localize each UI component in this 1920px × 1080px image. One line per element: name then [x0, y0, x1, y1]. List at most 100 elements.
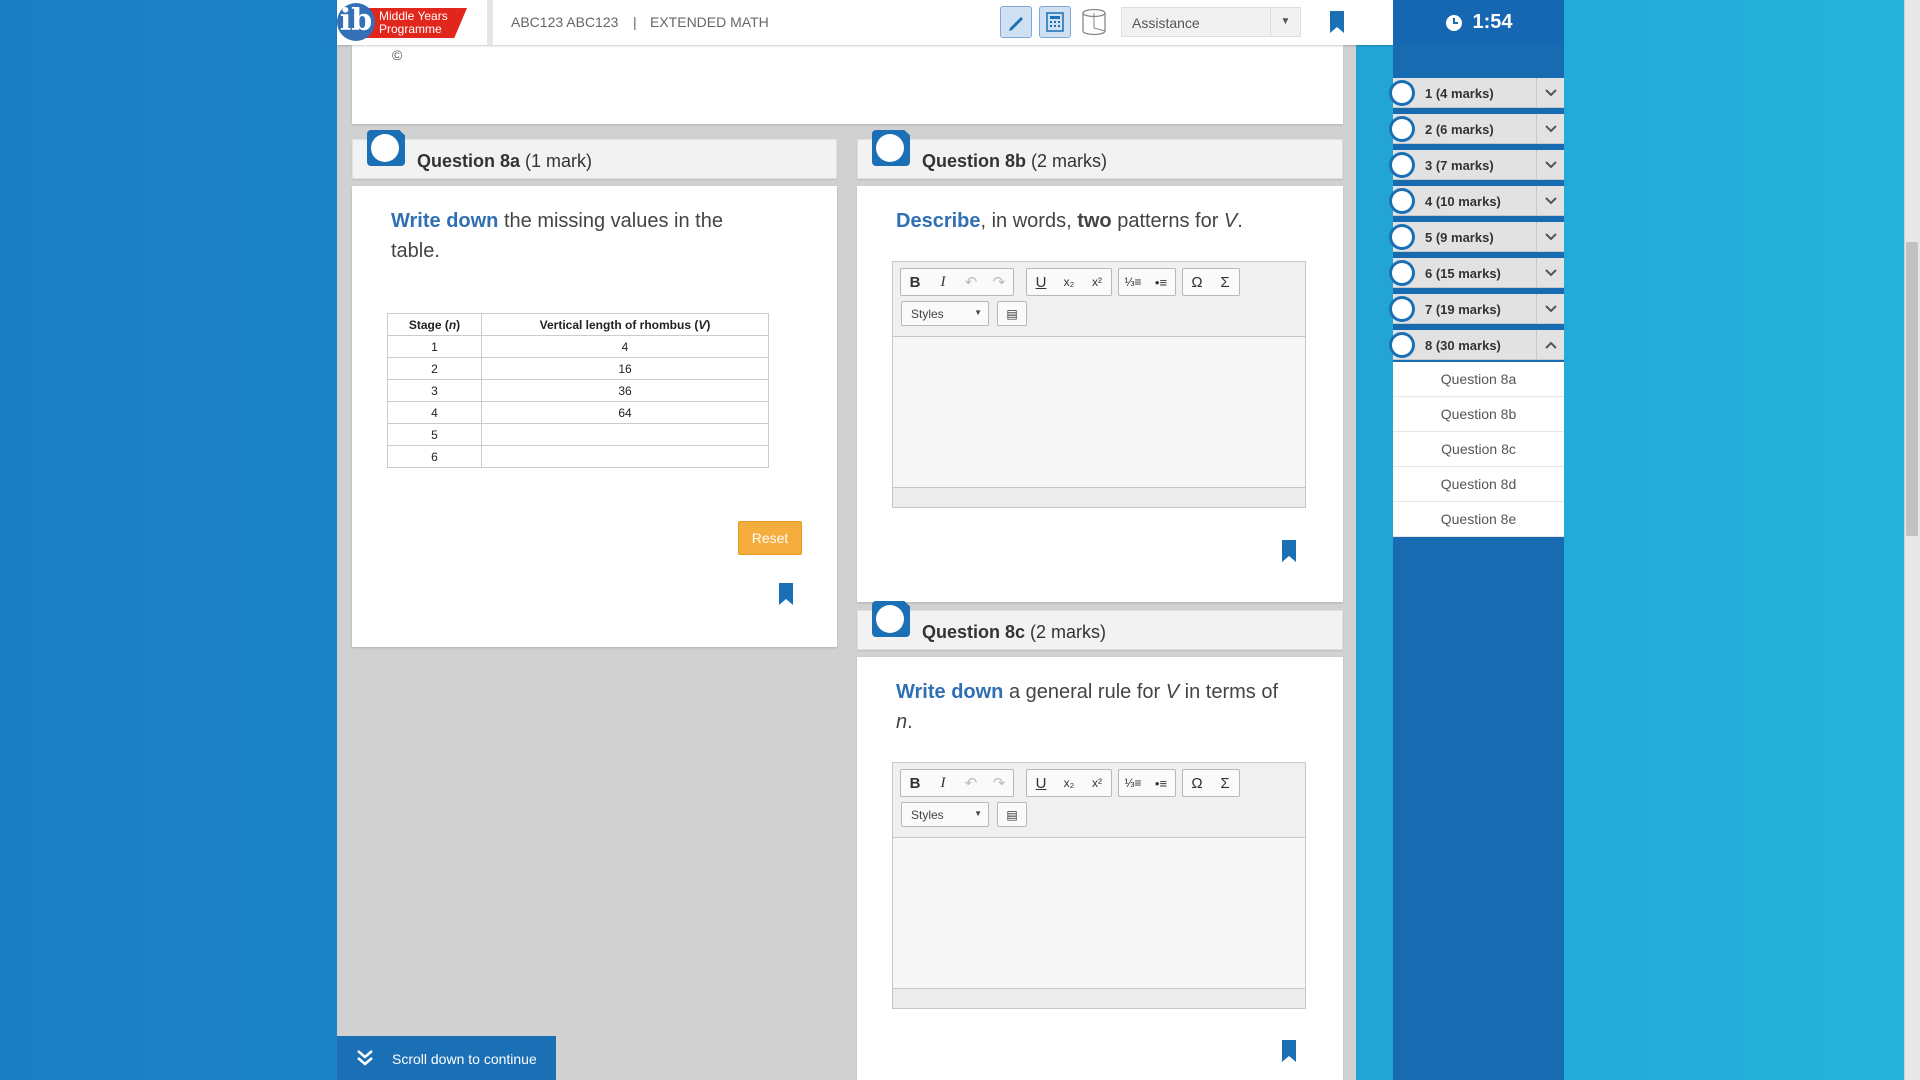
chevron-down-icon[interactable]: [1536, 294, 1564, 324]
question-marks: (2 marks): [1031, 151, 1108, 171]
ib-logo-icon: ib: [337, 3, 375, 41]
bulleted-list-icon[interactable]: •≡: [1147, 770, 1175, 796]
nav-question-4[interactable]: 4 (10 marks): [1389, 186, 1564, 216]
nav-question-6[interactable]: 6 (15 marks): [1389, 258, 1564, 288]
programme-name: Middle Years Programme: [361, 8, 467, 38]
question-8b-prompt: Describe, in words, two patterns for V.: [896, 210, 1243, 232]
subscript-button[interactable]: x₂: [1055, 770, 1083, 796]
question-title: Question 8c: [922, 622, 1026, 642]
question-status-icon[interactable]: [367, 130, 405, 166]
chevron-down-icon[interactable]: [1536, 186, 1564, 216]
italic-button[interactable]: I: [929, 770, 957, 796]
highlighter-tool-button[interactable]: [1000, 6, 1032, 38]
question-status-icon[interactable]: [872, 130, 910, 166]
question-8c-header[interactable]: Question 8c (2 marks): [857, 601, 1343, 650]
question-marks: (2 marks): [1030, 622, 1107, 642]
answer-cell-stage-5[interactable]: [481, 423, 769, 446]
chevron-down-icon[interactable]: [1536, 258, 1564, 288]
nav-question-label: 1 (4 marks): [1425, 86, 1494, 101]
underline-button[interactable]: U: [1027, 770, 1055, 796]
bookmark-icon[interactable]: [1330, 11, 1344, 33]
numbered-list-icon[interactable]: ⅓≡: [1119, 770, 1147, 796]
chevron-up-icon[interactable]: [1536, 330, 1564, 360]
undo-icon[interactable]: ↶: [957, 269, 985, 295]
chevron-down-icon[interactable]: [1536, 114, 1564, 144]
question-title: Question 8b: [922, 151, 1027, 171]
page-scrollbar[interactable]: [1904, 0, 1920, 1080]
nav-subitem-question-8a[interactable]: Question 8a: [1393, 362, 1564, 397]
cylinder-icon: [1082, 8, 1106, 36]
subscript-button[interactable]: x₂: [1055, 269, 1083, 295]
nav-question-5[interactable]: 5 (9 marks): [1389, 222, 1564, 252]
paste-icon[interactable]: ▤: [997, 802, 1027, 827]
nav-subitem-question-8c[interactable]: Question 8c: [1393, 432, 1564, 467]
numbered-list-icon[interactable]: ⅓≡: [1119, 269, 1147, 295]
question-status-icon[interactable]: [872, 601, 910, 637]
ib-logo: Middle Years Programme ib: [337, 0, 493, 45]
scrollbar-thumb[interactable]: [1906, 242, 1918, 536]
bookmark-icon[interactable]: [779, 583, 793, 605]
redo-icon[interactable]: ↷: [985, 770, 1013, 796]
styles-dropdown[interactable]: Styles ▼: [901, 802, 989, 827]
styles-dropdown[interactable]: Styles ▼: [901, 301, 989, 326]
assistance-dropdown[interactable]: Assistance ▼: [1121, 7, 1301, 37]
bold-button[interactable]: B: [901, 770, 929, 796]
nav-subitem-question-8d[interactable]: Question 8d: [1393, 467, 1564, 502]
redo-icon[interactable]: ↷: [985, 269, 1013, 295]
question-status-icon: [1389, 152, 1415, 178]
bookmark-icon[interactable]: [1282, 540, 1296, 562]
editor-text-area[interactable]: [893, 838, 1305, 988]
scroll-down-label: Scroll down to continue: [392, 1051, 537, 1067]
question-8b-header[interactable]: Question 8b (2 marks): [857, 130, 1343, 179]
question-8a-prompt: Write down the missing values in the tab…: [391, 210, 723, 262]
italic-button[interactable]: I: [929, 269, 957, 295]
calculator-button[interactable]: [1039, 6, 1071, 38]
nav-question-label: 5 (9 marks): [1425, 230, 1494, 245]
superscript-button[interactable]: x²: [1083, 269, 1111, 295]
special-character-button[interactable]: Ω: [1183, 770, 1211, 796]
table-header-row: Stage (n) Vertical length of rhombus (V): [387, 313, 769, 336]
nav-question-3[interactable]: 3 (7 marks): [1389, 150, 1564, 180]
scroll-down-button[interactable]: Scroll down to continue: [337, 1036, 556, 1080]
nav-subitem-question-8b[interactable]: Question 8b: [1393, 397, 1564, 432]
chevron-down-icon[interactable]: [1536, 78, 1564, 108]
time-remaining: 1:54: [1472, 11, 1513, 33]
course-name: EXTENDED MATH: [650, 14, 769, 30]
nav-question-8[interactable]: 8 (30 marks): [1389, 330, 1564, 360]
bulleted-list-icon[interactable]: •≡: [1147, 269, 1175, 295]
nav-question-1[interactable]: 1 (4 marks): [1389, 78, 1564, 108]
calculator-icon: [1046, 12, 1064, 32]
rich-text-editor: B I ↶ ↷ U x₂ x² ⅓≡ •≡ Ω Σ Styles ▼ ▤: [892, 261, 1306, 508]
bookmark-icon[interactable]: [1282, 1040, 1296, 1062]
chevron-down-icon[interactable]: [1536, 222, 1564, 252]
question-8a-body: Write down the missing values in the tab…: [352, 186, 837, 647]
underline-button[interactable]: U: [1027, 269, 1055, 295]
math-symbol-button[interactable]: Σ: [1211, 269, 1239, 295]
nav-subitem-question-8e[interactable]: Question 8e: [1393, 502, 1564, 537]
undo-icon[interactable]: ↶: [957, 770, 985, 796]
bold-button[interactable]: B: [901, 269, 929, 295]
table-row: 4 64: [387, 401, 769, 424]
question-8c-prompt: Write down a general rule for V in terms…: [896, 681, 1278, 733]
editor-status-bar: [893, 988, 1305, 1008]
nav-question-label: 8 (30 marks): [1425, 338, 1501, 353]
question-8a-header[interactable]: Question 8a (1 mark): [352, 130, 837, 179]
clock-icon: [1446, 14, 1463, 31]
nav-question-label: 6 (15 marks): [1425, 266, 1501, 281]
math-symbol-button[interactable]: Σ: [1211, 770, 1239, 796]
chevron-down-icon[interactable]: [1536, 150, 1564, 180]
formula-sheet-button[interactable]: [1078, 6, 1110, 38]
special-character-button[interactable]: Ω: [1183, 269, 1211, 295]
paste-icon[interactable]: ▤: [997, 301, 1027, 326]
question-status-icon: [1389, 116, 1415, 142]
answer-cell-stage-6[interactable]: [481, 445, 769, 468]
editor-text-area[interactable]: [893, 337, 1305, 487]
rich-text-editor: B I ↶ ↷ U x₂ x² ⅓≡ •≡ Ω Σ Styles ▼ ▤: [892, 762, 1306, 1009]
nav-question-label: 3 (7 marks): [1425, 158, 1494, 173]
superscript-button[interactable]: x²: [1083, 770, 1111, 796]
table-row: 14: [387, 335, 769, 358]
nav-question-2[interactable]: 2 (6 marks): [1389, 114, 1564, 144]
nav-question-7[interactable]: 7 (19 marks): [1389, 294, 1564, 324]
col-vertical-length-header: Vertical length of rhombus (V): [481, 313, 769, 336]
reset-button[interactable]: Reset: [738, 521, 802, 555]
